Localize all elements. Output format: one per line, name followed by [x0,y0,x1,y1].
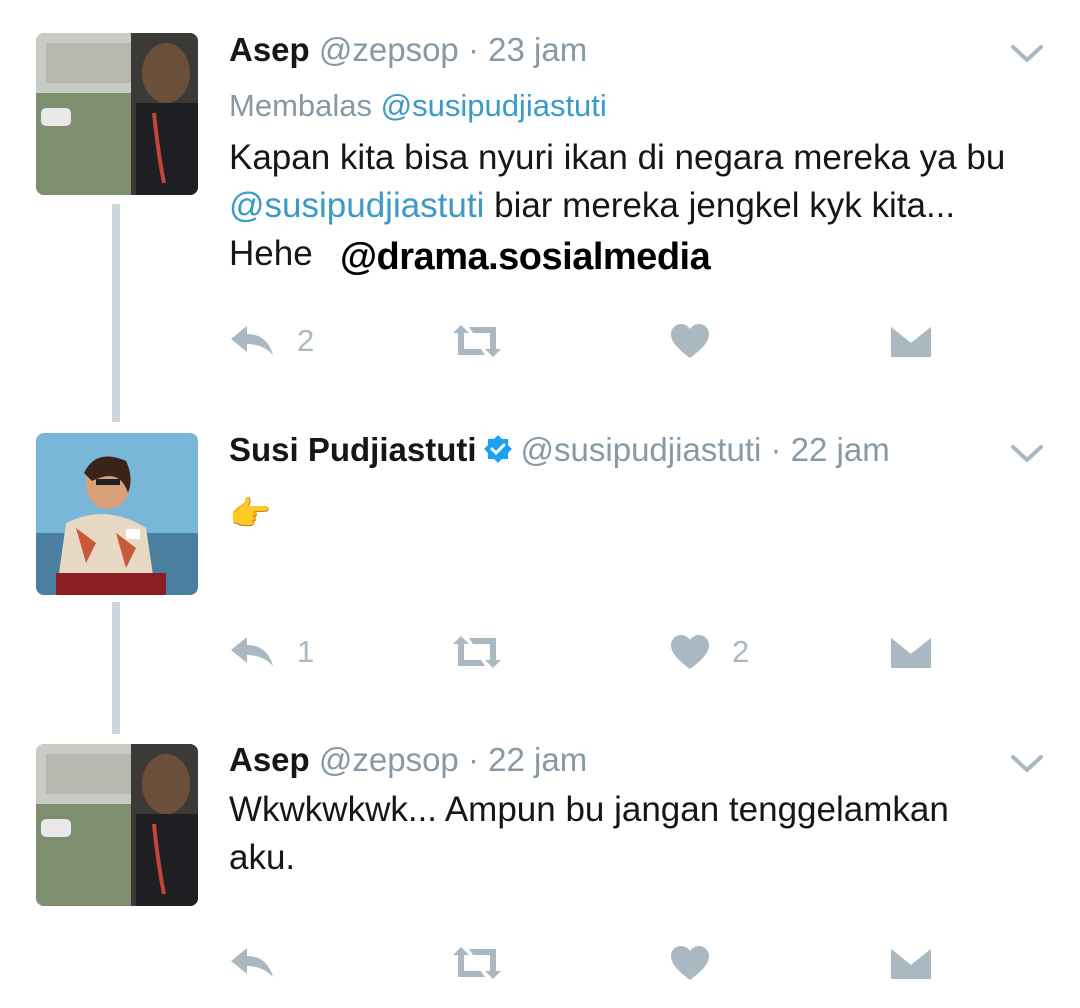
timestamp[interactable]: 22 jam [488,741,587,778]
like-icon [671,635,709,669]
tweet-actions [229,943,949,983]
avatar[interactable] [36,33,198,195]
tweet-text: 👉 [229,490,1040,538]
tweet-actions: 1 2 [229,632,949,672]
retweet-button[interactable] [449,943,505,983]
tweet-text-line: Kapan kita bisa nyuri ikan di negara mer… [229,138,1006,177]
tweet[interactable]: Asep @zepsop · 22 jam Wkwkwkwk... Ampun … [0,730,1080,1008]
tweet-text-line: Wkwkwkwk... Ampun bu jangan tenggelamkan [229,790,949,829]
reply-count: 2 [297,323,315,358]
display-name[interactable]: Asep [229,31,310,68]
reply-count: 1 [297,634,315,669]
tweet-text: Wkwkwkwk... Ampun bu jangan tenggelamkan… [229,786,1040,882]
verified-badge-icon [483,435,512,463]
username[interactable]: @zepsop [319,31,459,68]
username[interactable]: @susipudjiastuti [521,431,762,468]
tweet-actions: 2 [229,321,949,361]
reply-icon [231,948,273,977]
retweet-button[interactable] [449,632,505,672]
reply-button[interactable] [229,943,297,983]
like-icon [671,946,709,980]
reply-icon [231,326,273,355]
like-count: 2 [732,634,750,669]
mention-link[interactable]: @susipudjiastuti [381,88,607,123]
tweet-text-line: biar mereka jengkel kyk kita... [484,186,956,225]
chevron-down-icon[interactable] [1010,444,1044,464]
watermark: @drama.sosialmedia [336,236,715,279]
message-icon [890,323,932,357]
retweet-icon [453,636,501,668]
separator: · [467,31,479,68]
tweet-header: Susi Pudjiastuti @susipudjiastuti · 22 ja… [229,430,1040,470]
like-button[interactable] [670,321,732,361]
separator: · [467,741,479,778]
retweet-button[interactable] [449,321,505,361]
direct-message-button[interactable] [889,943,933,983]
avatar[interactable] [36,744,198,906]
message-icon [890,634,932,668]
reply-button[interactable]: 2 [229,321,314,361]
tweet-header: Asep @zepsop · 22 jam [229,740,1040,780]
timestamp[interactable]: 23 jam [488,31,587,68]
like-icon [671,324,709,358]
like-button[interactable]: 2 [670,632,749,672]
chevron-down-icon[interactable] [1010,44,1044,64]
username[interactable]: @zepsop [319,741,459,778]
direct-message-button[interactable] [889,321,933,361]
replying-to-label: Membalas [229,88,381,123]
separator: · [770,431,782,468]
tweet-header: Asep @zepsop · 23 jam [229,30,1040,70]
avatar[interactable] [36,433,198,595]
retweet-icon [453,325,501,357]
timestamp[interactable]: 22 jam [791,431,890,468]
reply-button[interactable]: 1 [229,632,314,672]
mention-link[interactable]: @susipudjiastuti [229,186,484,225]
emoji: 👉 [229,495,272,533]
reply-icon [231,637,273,666]
like-button[interactable] [670,943,732,983]
retweet-icon [453,947,501,979]
tweet[interactable]: Asep @zepsop · 23 jam Membalas @susipudj… [0,0,1080,400]
tweet-text-line: aku. [229,838,296,877]
replying-to: Membalas @susipudjiastuti [229,86,1040,126]
message-icon [890,945,932,979]
direct-message-button[interactable] [889,632,933,672]
display-name[interactable]: Susi Pudjiastuti [229,431,477,468]
chevron-down-icon[interactable] [1010,754,1044,774]
tweet[interactable]: Susi Pudjiastuti @susipudjiastuti · 22 ja… [0,420,1080,710]
display-name[interactable]: Asep [229,741,310,778]
